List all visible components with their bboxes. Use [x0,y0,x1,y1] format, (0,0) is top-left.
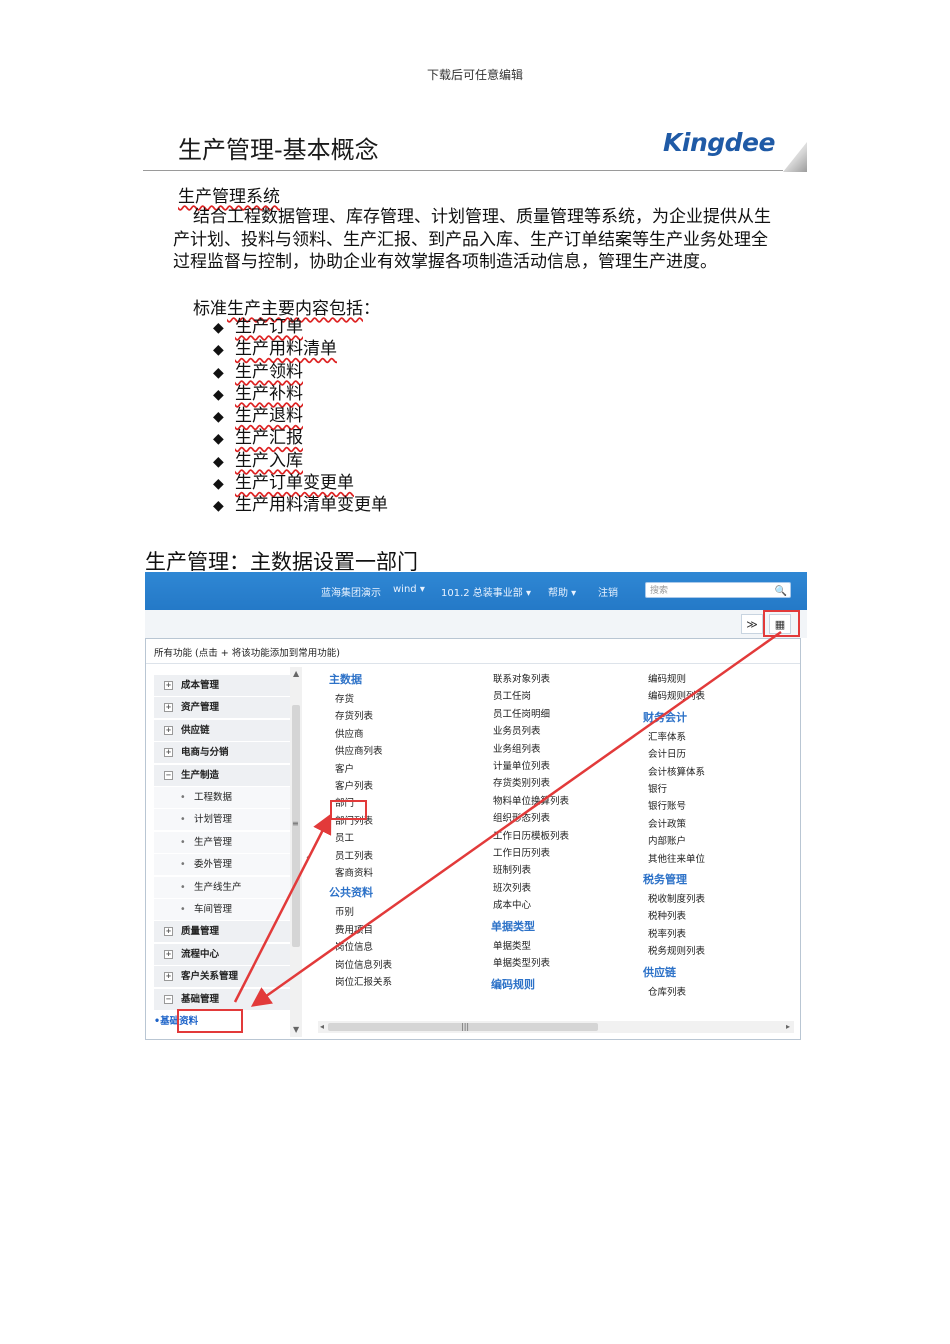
kingdee-logo: Kingdee [663,128,775,157]
description-paragraph: 结合工程数据管理、库存管理、计划管理、质量管理等系统，为企业提供从生产计划、投料… [173,207,771,272]
diamond-bullet-icon: ◆ [213,386,224,403]
annotation-arrows [233,630,782,1007]
slide: 生产管理-基本概念 Kingdee 生产管理系统 结合工程数据管理、库存管理、计… [143,120,808,525]
bullet-text: 生产用料清单变更单 [235,495,388,516]
section-heading: 生产管理系统 [178,187,280,207]
title-divider [143,170,783,171]
arrow-grid-to-basic [250,630,782,1007]
bullet-text: 生产用料清单 [235,339,337,360]
bullet-text: 生产汇报 [235,428,303,449]
bullet-item: ◆ 生产补料 [213,383,388,405]
bullet-text: 生产退料 [235,406,303,427]
bullet-item: ◆ 生产订单 [213,316,388,338]
bullet-text: 生产领料 [235,361,303,382]
app-screenshot: 蓝海集团演示 wind ▾ 101.2 总装事业部 ▾ 帮助 ▾ 注销 搜索 🔍… [145,572,807,1070]
diamond-bullet-icon: ◆ [213,364,224,381]
diamond-bullet-icon: ◆ [213,498,224,515]
diamond-bullet-icon: ◆ [213,453,224,470]
bullet-text: 生产订单 [235,317,303,337]
page-curl-decoration [783,142,807,172]
diamond-bullet-icon: ◆ [213,431,224,448]
arrow-basic-to-dept [233,813,332,1003]
diamond-bullet-icon: ◆ [213,476,224,493]
bullet-item: ◆ 生产用料清单变更单 [213,494,388,516]
diamond-bullet-icon: ◆ [213,342,224,359]
slide-title: 生产管理-基本概念 [178,136,379,164]
bullet-item: ◆ 生产用料清单 [213,338,388,360]
bullet-item: ◆ 生产领料 [213,361,388,383]
bullet-item: ◆ 生产订单变更单 [213,472,388,494]
bullet-text: 生产补料 [235,383,303,404]
header-note: 下载后可任意编辑 [426,68,523,82]
bullet-list: ◆ 生产订单 ◆ 生产用料清单 ◆ 生产领料 ◆ 生产补料 ◆ 生产退料 ◆ 生产汇报 ◆ 生产入库 ◆ 生产… [213,316,388,517]
bullet-item: ◆ 生产汇报 [213,427,388,449]
bullet-text: 生产订单变更单 [235,473,354,494]
bullet-item: ◆ 生产入库 [213,450,388,472]
diamond-bullet-icon: ◆ [213,409,224,426]
bullet-text: 生产入库 [235,450,303,471]
diamond-bullet-icon: ◆ [213,320,224,336]
bullet-item: ◆ 生产退料 [213,405,388,427]
